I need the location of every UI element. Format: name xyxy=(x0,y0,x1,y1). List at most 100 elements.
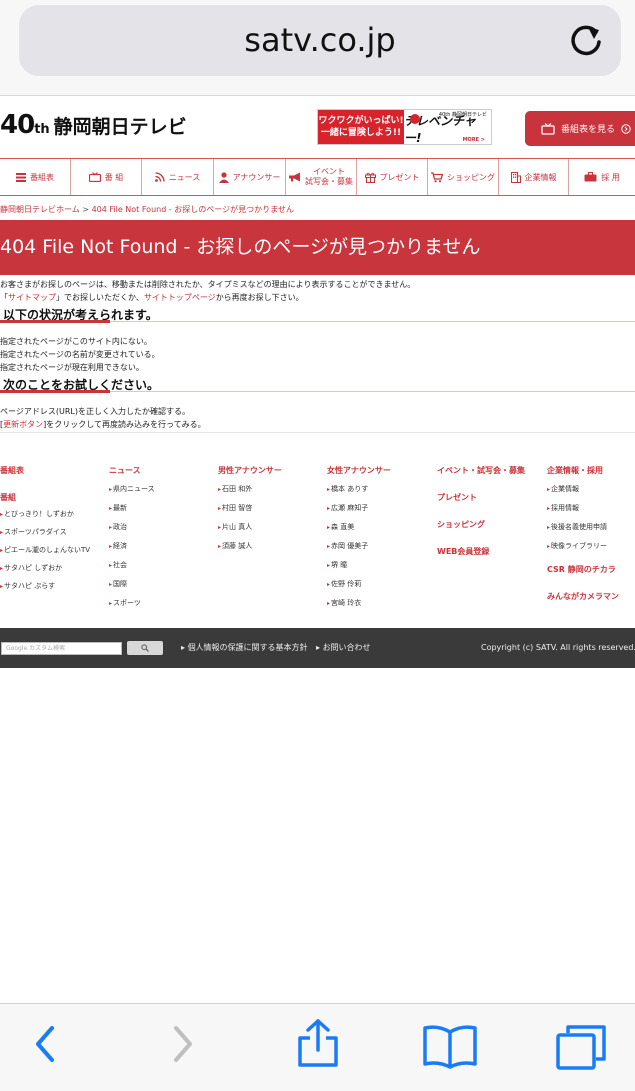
footer-link[interactable]: サタハピ しずおか xyxy=(0,563,90,574)
footer-link[interactable]: 映像ライブラリー xyxy=(547,541,619,552)
footer-link[interactable]: 採用情報 xyxy=(547,503,619,514)
copyright: Copyright (c) SATV. All rights reserved. xyxy=(481,643,635,652)
tv-icon xyxy=(88,172,101,182)
nav-item-present[interactable]: プレゼント xyxy=(357,159,428,195)
reload-icon[interactable] xyxy=(566,20,606,60)
footer-col-events: イベント・試写会・募集 プレゼント ショッピング WEB会員登録 xyxy=(437,464,525,559)
back-icon[interactable] xyxy=(30,1022,60,1066)
forward-icon[interactable] xyxy=(168,1022,198,1066)
footer-head-web-member[interactable]: WEB会員登録 xyxy=(437,545,525,559)
site-logo[interactable]: 40 th 静岡朝日テレビ xyxy=(0,110,187,140)
try-text: ]をクリックして再度読み込みを行ってみる。 xyxy=(43,420,206,429)
nav-item-corporate[interactable]: 企業情報 xyxy=(499,159,569,195)
banner-brand-area: 40th 静岡朝日テレビ テレベンチャー! MORE > xyxy=(404,110,491,145)
cause-line: 指定されたページの名前が変更されている。 xyxy=(0,350,160,359)
gift-icon xyxy=(364,172,376,183)
nav-label: アナウンサー xyxy=(232,172,281,182)
divider xyxy=(0,432,635,433)
nav-label: ニュース xyxy=(168,172,201,182)
footer-head-male-announcers[interactable]: 男性アナウンサー xyxy=(218,464,282,478)
intro-line-2: 「サイトマップ」でお探しいただくか、サイトトップページから再度お探し下さい。 xyxy=(0,292,304,303)
footer-link[interactable]: 政治 xyxy=(109,522,155,533)
refresh-button-link[interactable]: 更新ボタン xyxy=(3,420,43,429)
footer-link[interactable]: ピエール瀧のしょんないTV xyxy=(0,545,90,556)
google-search-input[interactable]: Google カスタム検索 xyxy=(1,642,122,655)
chevron-circle-icon xyxy=(621,123,631,134)
privacy-link[interactable]: ▸ 個人情報の保護に関する基本方針 xyxy=(181,642,308,653)
intro-line-1: お客さまがお探しのページは、移動または削除されたか、タイプミスなどの理由により表… xyxy=(0,280,416,289)
url-field[interactable]: satv.co.jp xyxy=(19,5,621,76)
footer-link[interactable]: 村田 智啓 xyxy=(218,503,282,514)
footer-link[interactable]: とびっきり！しずおか xyxy=(0,509,90,520)
footer-link[interactable]: スポーツ xyxy=(109,598,155,609)
site-top-link[interactable]: サイトトップページ xyxy=(144,293,216,302)
logo-th: th xyxy=(34,122,50,137)
footer-col-programs: 番組表 番組 とびっきり！しずおか スポーツパラダイス ピエール瀧のしょんないT… xyxy=(0,464,90,592)
bookmarks-icon[interactable] xyxy=(422,1024,478,1070)
nav-item-shopping[interactable]: ショッピング xyxy=(428,159,499,195)
share-icon[interactable] xyxy=(296,1018,340,1068)
footer-link[interactable]: 森 直美 xyxy=(327,522,391,533)
footer-col-news: ニュース 県内ニュース 最新 政治 経済 社会 国際 スポーツ xyxy=(109,464,155,609)
nav-label: 番 組 xyxy=(104,172,124,182)
nav-item-announcers[interactable]: アナウンサー xyxy=(214,159,286,195)
footer-link[interactable]: 最新 xyxy=(109,503,155,514)
footer-link[interactable]: 県内ニュース xyxy=(109,484,155,495)
footer-link[interactable]: サタハピ ぷらす xyxy=(0,581,90,592)
footer-head-female-announcers[interactable]: 女性アナウンサー xyxy=(327,464,391,478)
person-icon xyxy=(218,171,229,183)
footer-head-programs[interactable]: 番組 xyxy=(0,491,90,505)
rss-icon xyxy=(154,172,165,182)
footer-link[interactable]: 後援名義使用申請 xyxy=(547,522,619,533)
nav-item-program-guide[interactable]: 番組表 xyxy=(0,159,71,195)
footer-link[interactable]: 佐野 伶莉 xyxy=(327,579,391,590)
cause-line: 指定されたページが現在利用できない。 xyxy=(0,363,144,372)
nav-item-news[interactable]: ニュース xyxy=(142,159,214,195)
footer-col-female-announcers: 女性アナウンサー 橋本 ありす 広瀬 麻知子 森 直美 赤岡 優美子 堺 瞳 佐… xyxy=(327,464,391,609)
nav-item-recruit[interactable]: 採 用 xyxy=(569,159,635,195)
footer-link[interactable]: 企業情報 xyxy=(547,484,619,495)
footer-link[interactable]: 広瀬 麻知子 xyxy=(327,503,391,514)
footer-link[interactable]: 経済 xyxy=(109,541,155,552)
nav-item-events[interactable]: イベント 試写会・募集 xyxy=(286,159,357,195)
breadcrumb: 静岡朝日テレビホーム > 404 File Not Found - お探しのペー… xyxy=(0,204,294,215)
footer-col-corporate: 企業情報・採用 企業情報 採用情報 後援名義使用申請 映像ライブラリー CSR … xyxy=(547,464,619,604)
footer-link[interactable]: スポーツパラダイス xyxy=(0,527,90,538)
footer-link[interactable]: 堺 瞳 xyxy=(327,560,391,571)
global-nav: 番組表 番 組 ニュース アナウンサー イベント 試写会・募集 プレゼント ショッ… xyxy=(0,158,635,196)
footer-link[interactable]: 宮崎 玲衣 xyxy=(327,598,391,609)
cart-icon xyxy=(431,171,443,182)
footer-head-program-guide[interactable]: 番組表 xyxy=(0,464,90,478)
logo-40: 40 xyxy=(0,110,35,140)
televenture-banner[interactable]: ワクワクがいっぱい! 一緒に冒険しよう!! 40th 静岡朝日テレビ テレベンチ… xyxy=(317,109,492,145)
footer-link[interactable]: 橋本 ありす xyxy=(327,484,391,495)
footer-head-camera[interactable]: みんながカメラマン xyxy=(547,590,619,604)
tabs-icon[interactable] xyxy=(555,1023,607,1071)
footer-link[interactable]: 社会 xyxy=(109,560,155,571)
banner-line1: ワクワクがいっぱい! xyxy=(318,116,404,126)
footer-head-csr[interactable]: CSR 静岡のチカラ xyxy=(547,563,619,577)
program-guide-button[interactable]: 番組表を見る xyxy=(525,111,635,146)
footer-link[interactable]: 赤岡 優美子 xyxy=(327,541,391,552)
footer-head-corporate[interactable]: 企業情報・採用 xyxy=(547,464,619,478)
sitemap-link[interactable]: サイトマップ xyxy=(8,293,56,302)
footer-link[interactable]: 石田 和外 xyxy=(218,484,282,495)
intro-text: から再度お探し下さい。 xyxy=(215,293,304,302)
search-icon xyxy=(141,644,149,652)
section-underline xyxy=(0,390,110,393)
nav-item-programs[interactable]: 番 組 xyxy=(71,159,142,195)
footer-head-news[interactable]: ニュース xyxy=(109,464,155,478)
breadcrumb-home[interactable]: 静岡朝日テレビホーム xyxy=(0,205,80,214)
contact-link[interactable]: ▸ お問い合わせ xyxy=(316,642,371,653)
footer-link[interactable]: 須藤 誠人 xyxy=(218,541,282,552)
url-text: satv.co.jp xyxy=(244,21,396,59)
footer-head-present[interactable]: プレゼント xyxy=(437,491,525,505)
footer-head-shopping[interactable]: ショッピング xyxy=(437,518,525,532)
footer-link[interactable]: 国際 xyxy=(109,579,155,590)
footer-link[interactable]: 片山 真人 xyxy=(218,522,282,533)
search-button[interactable] xyxy=(127,641,163,655)
footer-head-events[interactable]: イベント・試写会・募集 xyxy=(437,464,525,478)
section-underline xyxy=(0,320,110,323)
megaphone-icon xyxy=(289,172,300,182)
nav-label: 企業情報 xyxy=(524,172,557,182)
